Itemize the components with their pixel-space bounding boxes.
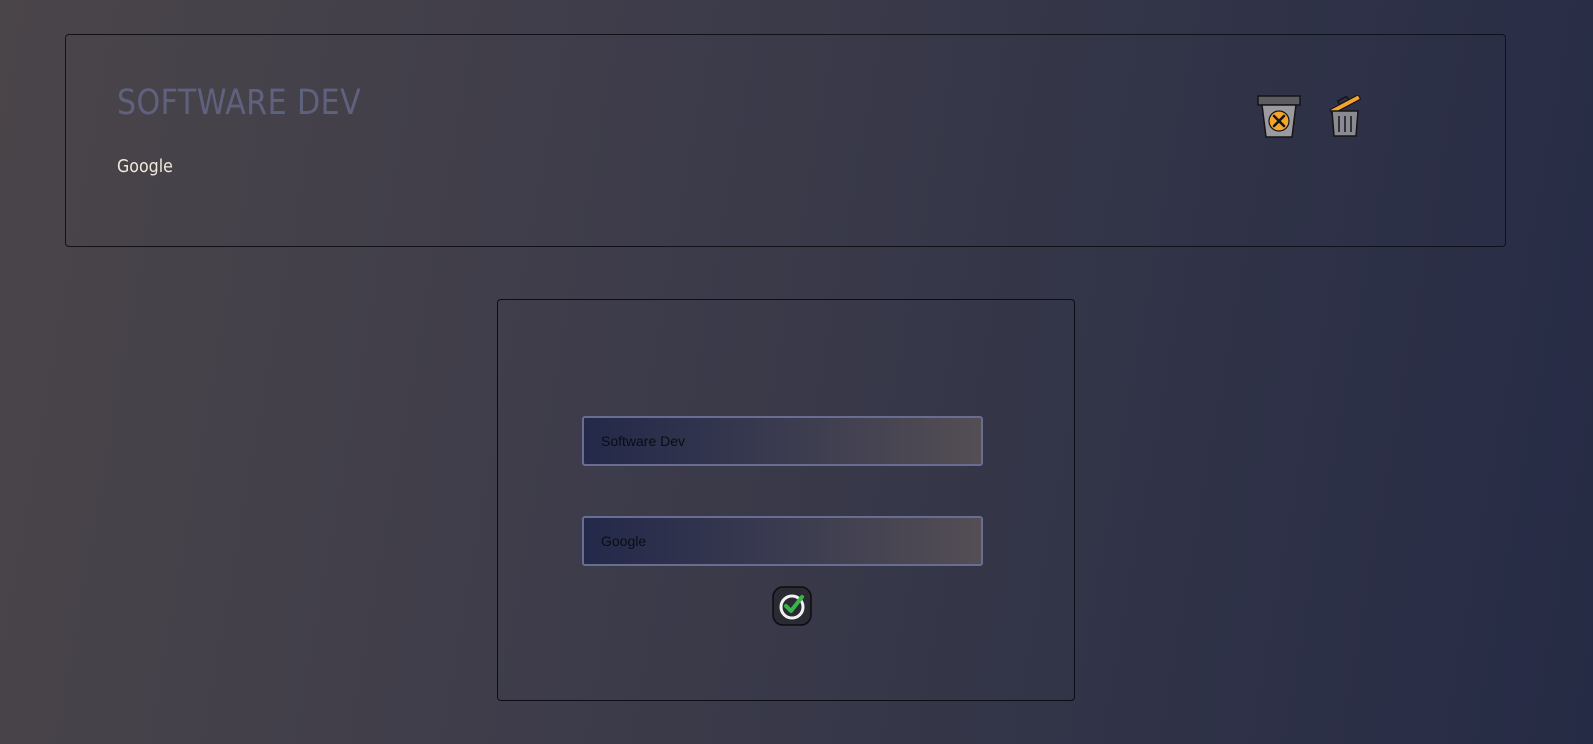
- delete-button[interactable]: [1327, 95, 1363, 137]
- edit-job-form: [497, 299, 1075, 701]
- cancel-button[interactable]: [1256, 95, 1302, 139]
- job-title-input[interactable]: [582, 416, 983, 466]
- check-circle-icon: [772, 586, 812, 626]
- trash-open-icon: [1329, 95, 1361, 137]
- company-input[interactable]: [582, 516, 983, 566]
- confirm-button[interactable]: [772, 586, 812, 626]
- job-card: SOFTWARE DEV Google: [65, 34, 1506, 247]
- company-name: Google: [117, 156, 173, 177]
- job-title: SOFTWARE DEV: [117, 83, 362, 123]
- trash-x-icon: [1257, 95, 1301, 138]
